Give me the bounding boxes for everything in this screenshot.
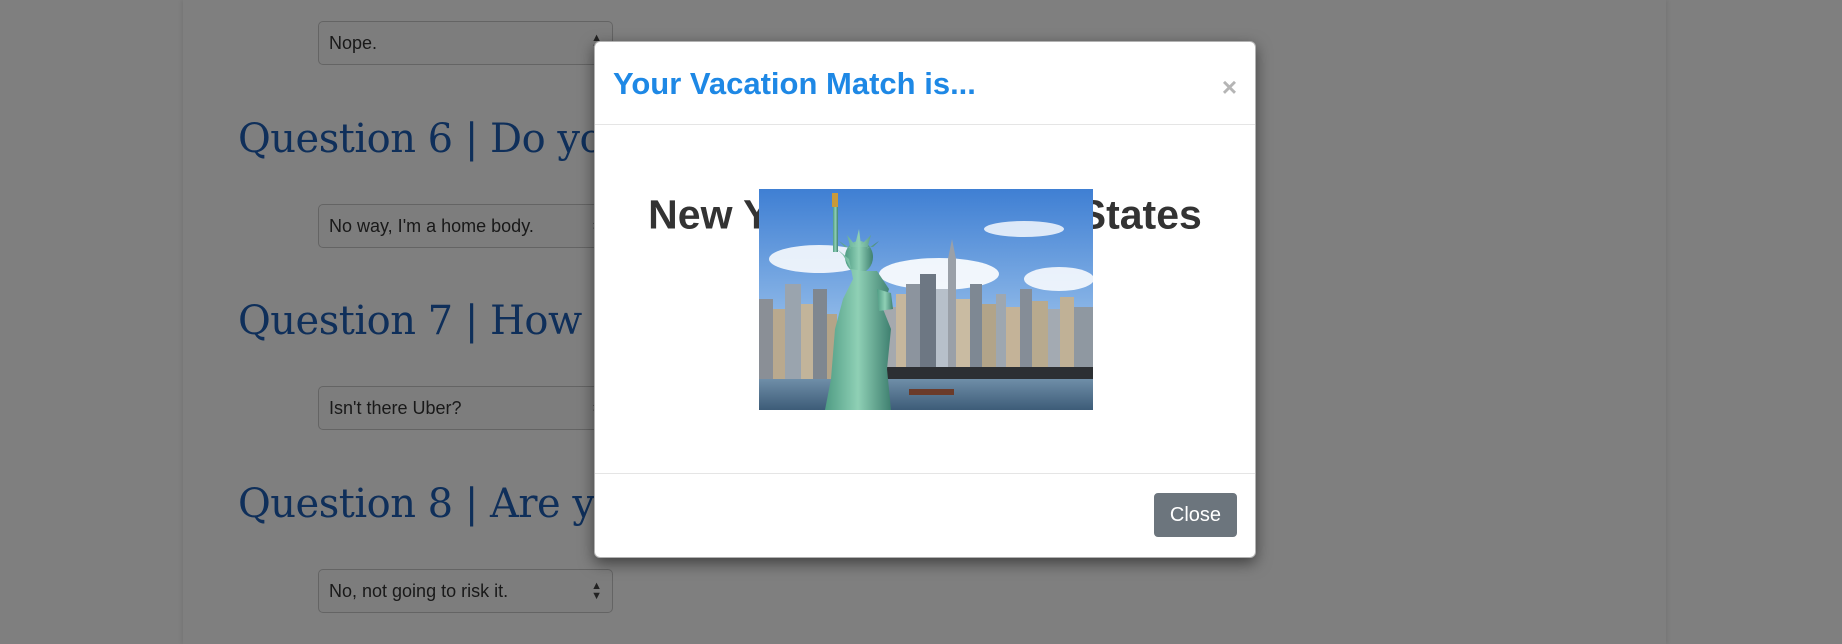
close-button[interactable]: Close xyxy=(1154,493,1237,537)
close-icon[interactable]: × xyxy=(1222,74,1237,100)
modal-title: Your Vacation Match is... xyxy=(613,66,976,101)
destination-image xyxy=(759,189,1093,410)
vacation-match-modal: Your Vacation Match is... × New York Cit… xyxy=(594,41,1256,558)
modal-header: Your Vacation Match is... × xyxy=(595,42,1255,125)
modal-footer-divider xyxy=(595,473,1255,474)
